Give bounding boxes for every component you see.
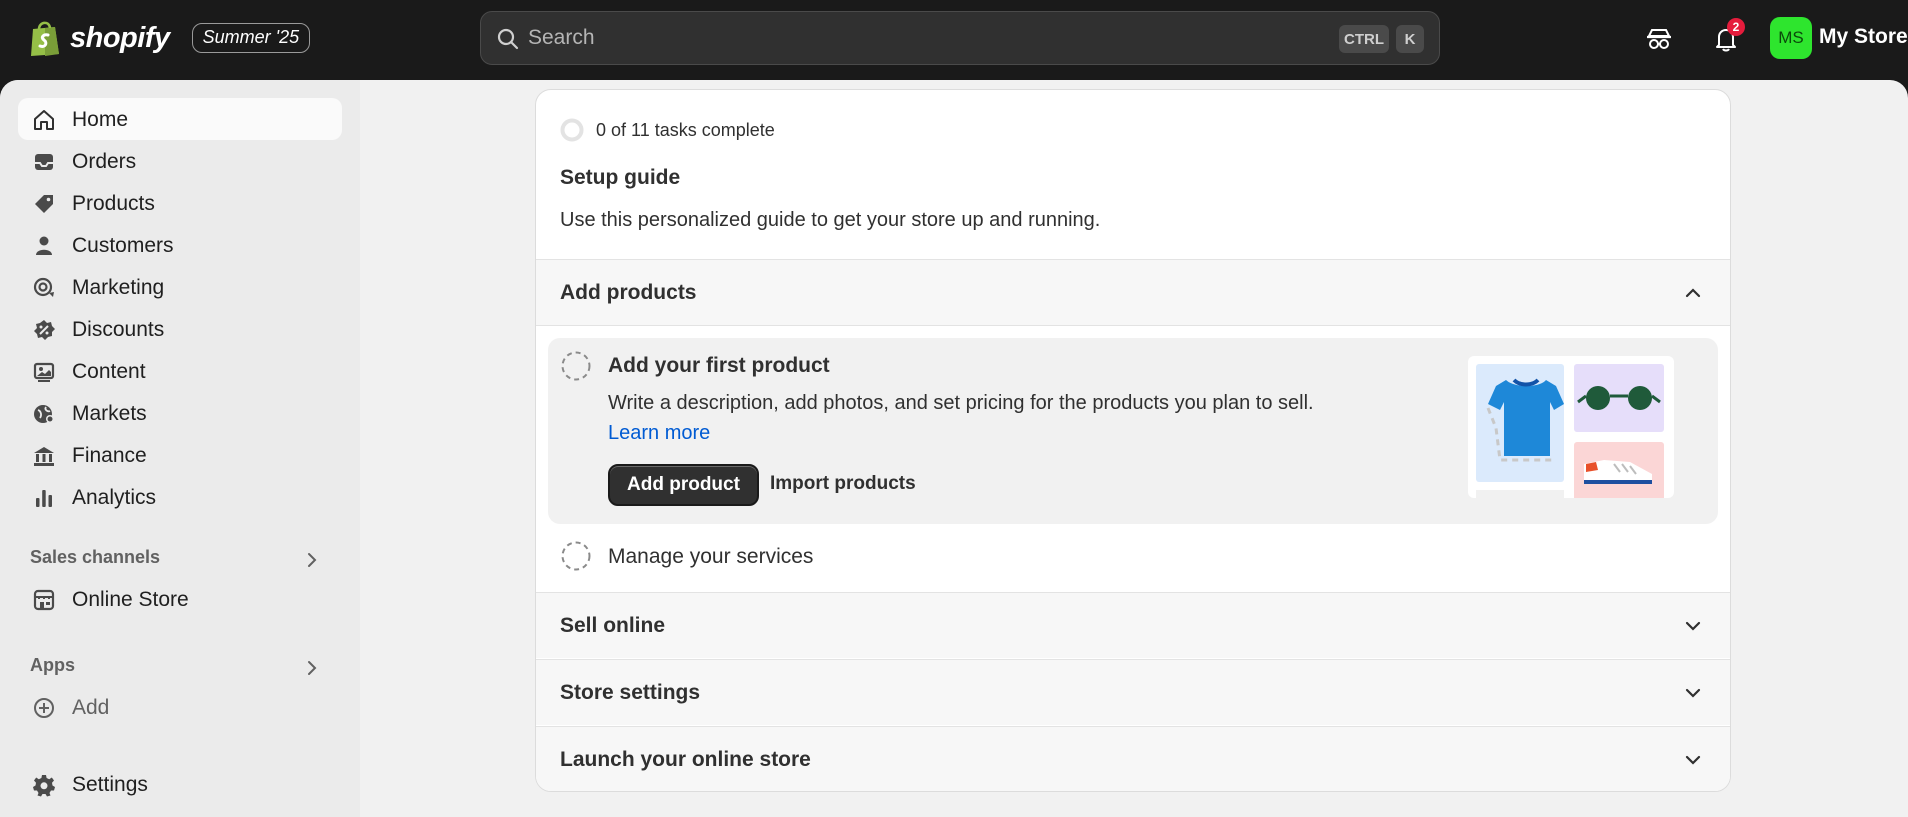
sidebar-item-orders[interactable]: Orders — [18, 140, 342, 182]
accordion-add-products[interactable]: Add products — [536, 259, 1730, 325]
task-manage-services[interactable]: Manage your services — [608, 545, 813, 569]
apps-heading: Apps — [30, 655, 75, 675]
task-description: Write a description, add photos, and set… — [608, 388, 1328, 448]
home-icon — [34, 110, 54, 130]
accordion-title: Store settings — [560, 681, 701, 704]
setup-guide-title: Setup guide — [560, 166, 681, 189]
products-illustration-graphic — [1476, 364, 1664, 498]
store-name[interactable]: My Store — [1819, 25, 1908, 49]
sidebar-item-label: Products — [72, 192, 155, 215]
sidebar-item-label: Markets — [72, 402, 147, 425]
import-products-button[interactable]: Import products — [770, 473, 916, 495]
search-bar[interactable]: CTRL K — [480, 11, 1440, 65]
product-illustration — [1468, 356, 1674, 498]
tasks-progress-text: 0 of 11 tasks complete — [596, 120, 775, 140]
sidebar-item-online-store[interactable]: Online Store — [18, 578, 342, 620]
gear-icon — [33, 775, 55, 797]
image-icon — [33, 362, 55, 382]
shopify-bag-icon — [31, 21, 59, 56]
notification-badge: 2 — [1727, 18, 1745, 36]
sidebar-item-label: Analytics — [72, 486, 157, 509]
sales-channels-heading: Sales channels — [30, 547, 161, 567]
learn-more-link[interactable]: Learn more — [608, 422, 710, 444]
sidebar-item-label: Content — [72, 360, 146, 383]
accordion-title: Sell online — [560, 614, 666, 637]
sidebar-item-label: Add — [72, 696, 110, 719]
avatar[interactable]: MS — [1770, 17, 1812, 59]
shortcut-ctrl-key: CTRL — [1339, 25, 1389, 53]
sidebar-item-label: Finance — [72, 444, 147, 467]
sidebar-item-home[interactable]: Home — [18, 98, 342, 140]
release-badge[interactable]: Summer '25 — [191, 23, 311, 53]
chevron-right-icon[interactable] — [302, 550, 322, 570]
divider — [536, 325, 1730, 326]
chevron-right-icon[interactable] — [302, 658, 322, 678]
task-add-first-product[interactable]: Add your first product Write a descripti… — [548, 338, 1718, 524]
storefront-icon — [33, 589, 55, 611]
sidebar-item-label: Orders — [72, 150, 137, 173]
accordion-store-settings[interactable]: Store settings — [536, 659, 1730, 725]
search-icon — [497, 28, 519, 50]
setup-guide-description: Use this personalized guide to get your … — [560, 209, 1101, 231]
sidebar: Home Orders Products Customers Marketing… — [0, 80, 360, 817]
incognito-icon[interactable] — [1644, 24, 1674, 54]
task-title: Add your first product — [608, 354, 830, 377]
task-description-text: Write a description, add photos, and set… — [608, 392, 1314, 414]
chevron-down-icon — [1685, 755, 1701, 765]
add-product-button[interactable]: Add product — [608, 464, 759, 506]
top-bar: shopify Summer '25 CTRL K 2 MS My Store — [0, 0, 1908, 80]
accordion-title: Launch your online store — [560, 748, 811, 771]
sidebar-item-content[interactable]: Content — [18, 350, 342, 392]
inbox-icon — [35, 154, 53, 170]
brand-name: shopify — [70, 21, 170, 54]
sidebar-item-products[interactable]: Products — [18, 182, 342, 224]
bar-chart-icon — [36, 490, 52, 507]
globe-icon — [34, 405, 54, 423]
sidebar-item-label: Marketing — [72, 276, 165, 299]
sidebar-item-label: Discounts — [72, 318, 165, 341]
sidebar-item-discounts[interactable]: Discounts — [18, 308, 342, 350]
sidebar-item-finance[interactable]: Finance — [18, 434, 342, 476]
accordion-launch-online-store[interactable]: Launch your online store — [536, 726, 1730, 791]
sidebar-item-label: Home — [72, 108, 129, 131]
tag-icon — [35, 195, 53, 213]
sidebar-item-markets[interactable]: Markets — [18, 392, 342, 434]
shortcut-k-key: K — [1396, 25, 1424, 53]
chevron-up-icon — [1685, 288, 1701, 298]
accordion-title: Add products — [560, 281, 697, 304]
shopify-logo[interactable]: shopify Summer '25 — [28, 18, 311, 58]
chevron-down-icon — [1685, 621, 1701, 631]
sidebar-item-label: Settings — [72, 773, 148, 796]
progress-ring-icon — [560, 118, 584, 142]
search-input[interactable] — [528, 12, 1308, 64]
dashed-circle-icon[interactable] — [560, 350, 592, 382]
discount-icon — [34, 320, 55, 340]
sidebar-item-analytics[interactable]: Analytics — [18, 476, 342, 518]
bank-icon — [34, 447, 54, 466]
sidebar-item-customers[interactable]: Customers — [18, 224, 342, 266]
plus-circle-icon — [34, 698, 54, 718]
sidebar-item-marketing[interactable]: Marketing — [18, 266, 342, 308]
sidebar-item-label: Customers — [72, 234, 174, 257]
sidebar-item-label: Online Store — [72, 588, 189, 611]
setup-guide-card: 0 of 11 tasks complete Setup guide Use t… — [535, 89, 1731, 792]
sidebar-item-add-app[interactable]: Add — [18, 686, 342, 728]
person-icon — [36, 236, 52, 255]
chevron-down-icon — [1685, 688, 1701, 698]
dashed-circle-icon[interactable] — [560, 540, 592, 572]
accordion-sell-online[interactable]: Sell online — [536, 592, 1730, 658]
app-shell: Home Orders Products Customers Marketing… — [0, 80, 1908, 817]
target-icon — [33, 277, 54, 297]
sidebar-item-settings[interactable]: Settings — [18, 763, 342, 805]
